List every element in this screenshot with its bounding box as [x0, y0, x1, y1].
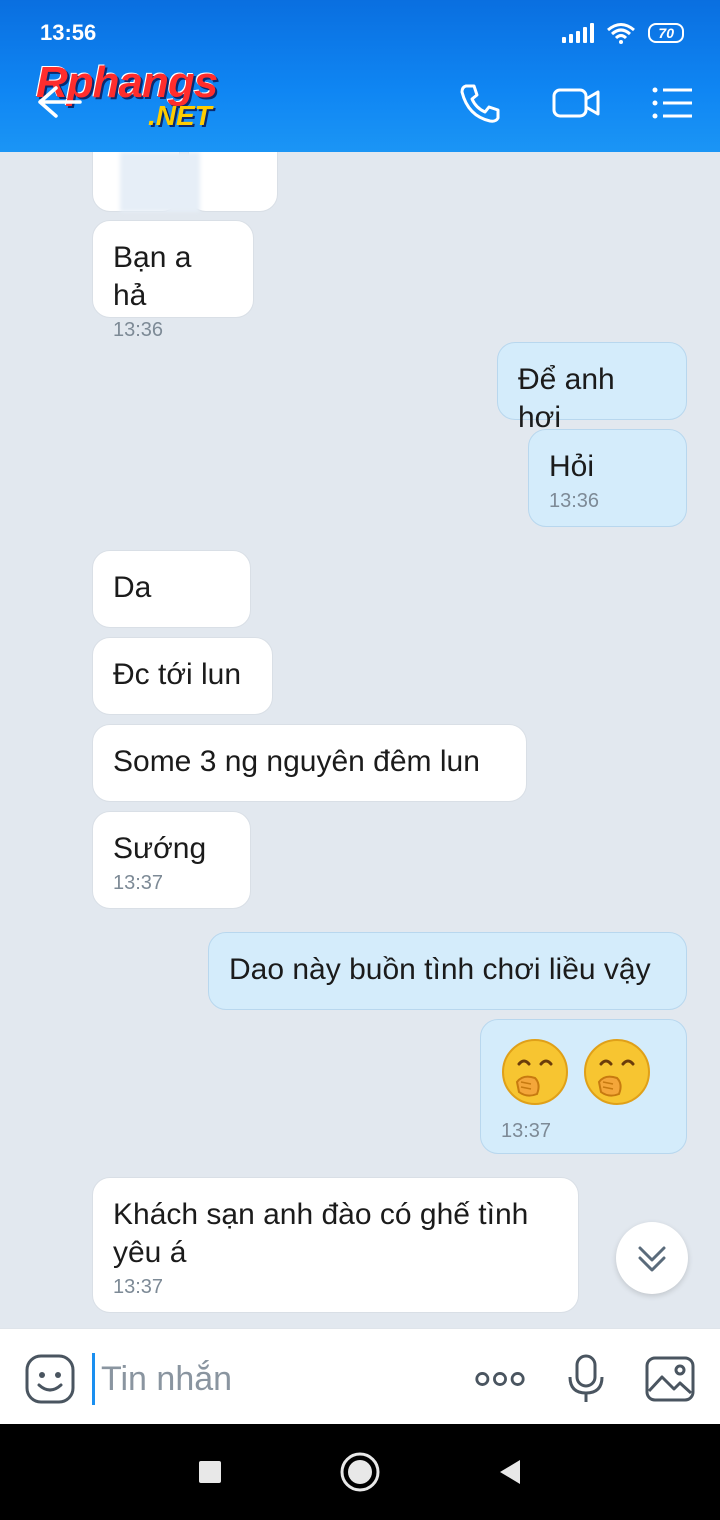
- recents-icon[interactable]: [190, 1452, 230, 1492]
- message-text: Dao này buồn tình chơi liều vậy: [229, 953, 651, 986]
- hand-over-mouth-emoji: [502, 1039, 568, 1105]
- signal-icon: [562, 23, 595, 43]
- menu-list-icon[interactable]: [648, 80, 696, 126]
- message-time: 13:37: [113, 1276, 164, 1298]
- message-time: 13:37: [113, 872, 164, 894]
- watermark-logo-sub: .NET: [148, 100, 212, 131]
- message-bubble-outgoing[interactable]: 13:37: [480, 1019, 687, 1154]
- message-text: Bạn a hả: [113, 241, 192, 312]
- sticker-icon[interactable]: [24, 1353, 76, 1405]
- message-input[interactable]: [92, 1353, 452, 1405]
- message-text: Hỏi: [549, 450, 595, 483]
- scroll-to-bottom-button[interactable]: [616, 1222, 688, 1294]
- status-time: 13:56: [40, 20, 97, 45]
- system-nav-bar: [0, 1424, 720, 1520]
- message-text: Sướng: [113, 832, 207, 865]
- more-icon[interactable]: [474, 1353, 526, 1405]
- mic-icon[interactable]: [560, 1353, 612, 1405]
- home-icon[interactable]: [338, 1450, 382, 1494]
- double-chevron-down-icon: [638, 1246, 666, 1272]
- battery-indicator: 70: [648, 23, 684, 43]
- blurred-overlay: [120, 152, 200, 212]
- message-time: 13:36: [113, 319, 164, 341]
- hand-over-mouth-emoji: [584, 1039, 650, 1105]
- message-text: Some 3 ng nguyên đêm lun: [113, 745, 480, 778]
- message-bubble-outgoing[interactable]: Để anh hơi: [497, 342, 687, 434]
- message-time: 13:36: [549, 490, 600, 512]
- message-bubble-incoming[interactable]: Đc tới lun: [92, 637, 273, 715]
- message-bubble-outgoing[interactable]: Hỏi 13:36: [528, 429, 687, 527]
- message-bubble-incoming[interactable]: Some 3 ng nguyên đêm lun: [92, 724, 527, 802]
- back-icon[interactable]: [490, 1452, 530, 1492]
- message-text: Đc tới lun: [113, 658, 242, 691]
- message-bubble-incoming[interactable]: Bạn a hả 13:36: [92, 220, 254, 341]
- image-message-thumb[interactable]: [188, 152, 278, 212]
- back-arrow-icon[interactable]: [34, 82, 84, 122]
- message-bubble-incoming[interactable]: Sướng 13:37: [92, 811, 251, 909]
- message-bubble-incoming[interactable]: Da: [92, 550, 251, 628]
- message-input-bar: [0, 1328, 720, 1424]
- chat-list[interactable]: Bạn a hả 13:36 Để anh hơi Hỏi 13:36 Da Đ…: [0, 152, 720, 1328]
- message-bubble-incoming[interactable]: Khách sạn anh đào có ghế tình yêu á 13:3…: [92, 1177, 579, 1313]
- video-icon[interactable]: [552, 80, 600, 126]
- message-bubble-outgoing[interactable]: Dao này buồn tình chơi liều vậy: [208, 932, 687, 1010]
- status-icons: 70: [562, 22, 684, 44]
- phone-icon[interactable]: [456, 80, 504, 126]
- wifi-icon: [607, 23, 636, 44]
- message-text: Khách sạn anh đào có ghế tình yêu á: [113, 1198, 529, 1269]
- message-time: 13:37: [501, 1120, 552, 1142]
- message-text: Da: [113, 571, 152, 604]
- app-header: 13:56 70 Rphangs .NET: [0, 0, 720, 152]
- message-text: Để anh hơi: [518, 363, 615, 434]
- image-icon[interactable]: [644, 1353, 696, 1405]
